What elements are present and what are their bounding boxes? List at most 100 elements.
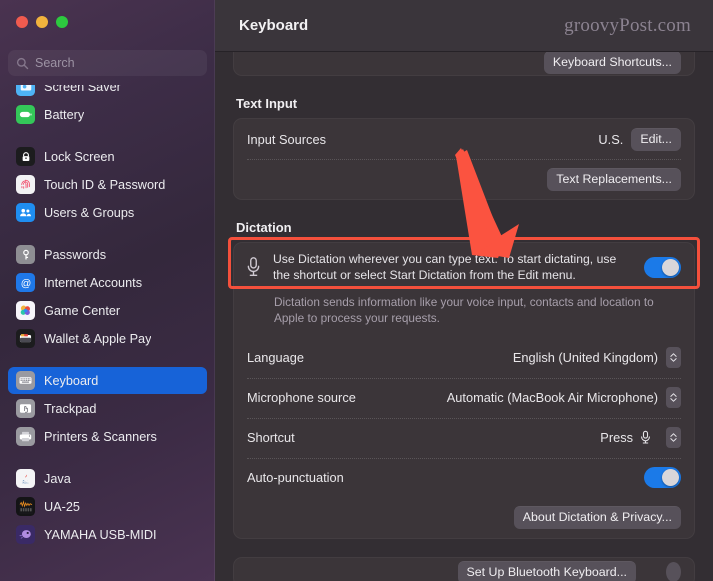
yamaha-usb-midi-icon xyxy=(16,525,35,544)
about-dictation-row: About Dictation & Privacy... xyxy=(234,498,694,538)
sidebar-group-separator xyxy=(0,227,215,240)
keyboard-shortcuts-row: Keyboard Shortcuts... xyxy=(234,52,694,75)
sidebar-group-separator xyxy=(0,451,215,464)
dictation-toggle[interactable] xyxy=(644,256,681,278)
sidebar-item-label: Lock Screen xyxy=(44,149,115,164)
sidebar-item-label: Passwords xyxy=(44,247,107,262)
sidebar-item-label: Battery xyxy=(44,107,85,122)
sidebar-group-separator xyxy=(0,129,215,142)
sidebar-item-java[interactable]: Java xyxy=(8,465,207,492)
about-dictation-privacy-button[interactable]: About Dictation & Privacy... xyxy=(513,506,681,530)
dictation-toggle-row: Use Dictation wherever you can type text… xyxy=(234,243,694,293)
titlebar: Keyboard groovyPost.com xyxy=(215,0,713,52)
keyboard-icon xyxy=(16,371,35,390)
sidebar-item-trackpad[interactable]: Trackpad xyxy=(8,395,207,422)
sidebar-item-ua-25[interactable]: UA-25 xyxy=(8,493,207,520)
main-panel: Keyboard groovyPost.com Keyboard Shortcu… xyxy=(215,0,713,581)
dictation-row-shortcut: Shortcut Press xyxy=(234,417,694,458)
sidebar-search[interactable] xyxy=(8,50,207,76)
set-up-bluetooth-keyboard-button[interactable]: Set Up Bluetooth Keyboard... xyxy=(457,560,636,581)
microphone-icon xyxy=(247,257,260,277)
sidebar-item-yamaha-usb-midi[interactable]: YAMAHA USB-MIDI xyxy=(8,521,207,548)
toggle-knob xyxy=(662,258,679,276)
sidebar-item-label: Printers & Scanners xyxy=(44,429,157,444)
text-input-section-title: Text Input xyxy=(236,96,298,111)
sidebar-item-passwords[interactable]: Passwords xyxy=(8,241,207,268)
wallet-apple-pay-icon xyxy=(16,329,35,348)
shortcut-value-text: Press xyxy=(600,430,633,446)
input-sources-label: Input Sources xyxy=(247,131,326,147)
input-sources-value: U.S. xyxy=(598,131,624,147)
text-input-card: Input Sources U.S. Edit... Text Replacem… xyxy=(233,118,695,200)
sidebar-item-label: Screen Saver xyxy=(44,85,121,94)
system-settings-window: Screen Saver Battery Lock Screen Touch ID &… xyxy=(0,0,713,581)
java-icon xyxy=(16,469,35,488)
text-replacements-row: Text Replacements... xyxy=(234,159,694,199)
sidebar-item-label: UA-25 xyxy=(44,499,80,514)
game-center-icon xyxy=(16,301,35,320)
sidebar-item-keyboard[interactable]: Keyboard xyxy=(8,367,207,394)
sidebar-item-game-center[interactable]: Game Center xyxy=(8,297,207,324)
edit-input-sources-button[interactable]: Edit... xyxy=(631,127,681,151)
sidebar-item-lock-screen[interactable]: Lock Screen xyxy=(8,143,207,170)
dictation-card-wrap: Use Dictation wherever you can type text… xyxy=(228,237,700,539)
svg-text:@: @ xyxy=(20,278,31,289)
close-button[interactable] xyxy=(16,16,28,28)
auto-punctuation-toggle[interactable] xyxy=(644,467,681,489)
dictation-card: Use Dictation wherever you can type text… xyxy=(233,242,695,539)
sidebar-item-label: Touch ID & Password xyxy=(44,177,166,192)
sidebar-item-internet-accounts[interactable]: @ Internet Accounts xyxy=(8,269,207,296)
microphone-source-value: Automatic (MacBook Air Microphone) xyxy=(446,390,658,406)
shortcut-microphone-icon xyxy=(640,430,658,445)
dictation-description: Use Dictation wherever you can type text… xyxy=(273,252,617,283)
touch-id-icon xyxy=(16,175,35,194)
auto-punctuation-label: Auto-punctuation xyxy=(247,470,344,486)
screen-saver-icon xyxy=(16,85,35,96)
page-title: Keyboard xyxy=(239,17,309,34)
sidebar-item-label: Game Center xyxy=(44,303,121,318)
toggle-knob xyxy=(662,469,679,487)
sidebar-item-label: YAMAHA USB-MIDI xyxy=(44,527,157,542)
sidebar-item-label: Wallet & Apple Pay xyxy=(44,331,152,346)
shortcut-stepper[interactable] xyxy=(666,427,681,449)
sidebar-list[interactable]: Screen Saver Battery Lock Screen Touch ID &… xyxy=(0,85,215,581)
passwords-icon xyxy=(16,245,35,264)
sidebar-item-label: Java xyxy=(44,471,71,486)
sidebar-item-label: Internet Accounts xyxy=(44,275,143,290)
dictation-row-language: Language English (United Kingdom) xyxy=(234,338,694,378)
language-stepper[interactable] xyxy=(666,347,681,369)
dictation-section-title: Dictation xyxy=(236,220,292,235)
watermark: groovyPost.com xyxy=(564,14,691,36)
bottom-help-button[interactable] xyxy=(666,562,681,581)
sidebar-item-label: Keyboard xyxy=(44,373,99,388)
minimize-button[interactable] xyxy=(36,16,48,28)
search-input[interactable] xyxy=(35,56,199,70)
trackpad-icon xyxy=(16,399,35,418)
keyboard-shortcuts-button[interactable]: Keyboard Shortcuts... xyxy=(543,52,681,74)
input-sources-row: Input Sources U.S. Edit... xyxy=(234,119,694,159)
sidebar-item-label: Trackpad xyxy=(44,401,97,416)
settings-content: Keyboard Shortcuts... Text Input Input S… xyxy=(215,52,713,581)
sidebar-item-touch-id-password[interactable]: Touch ID & Password xyxy=(8,171,207,198)
dictation-privacy-note: Dictation sends information like your vo… xyxy=(274,294,654,325)
sidebar-item-screen-saver[interactable]: Screen Saver xyxy=(8,85,207,100)
zoom-button[interactable] xyxy=(56,16,68,28)
battery-icon xyxy=(16,105,35,124)
lock-screen-icon xyxy=(16,147,35,166)
bottom-card: Set Up Bluetooth Keyboard... xyxy=(233,557,695,581)
sidebar-item-users-groups[interactable]: Users & Groups xyxy=(8,199,207,226)
sidebar-item-label: Users & Groups xyxy=(44,205,135,220)
sidebar-item-printers-scanners[interactable]: Printers & Scanners xyxy=(8,423,207,450)
shortcut-label: Shortcut xyxy=(247,430,295,446)
microphone-source-label: Microphone source xyxy=(247,390,356,406)
language-value: English (United Kingdom) xyxy=(512,350,658,366)
text-replacements-button[interactable]: Text Replacements... xyxy=(547,167,681,191)
sidebar-item-battery[interactable]: Battery xyxy=(8,101,207,128)
window-traffic-lights xyxy=(16,16,68,28)
printers-scanners-icon xyxy=(16,427,35,446)
sidebar-item-wallet-apple-pay[interactable]: Wallet & Apple Pay xyxy=(8,325,207,352)
search-icon xyxy=(16,57,29,69)
sidebar-group-separator xyxy=(0,353,215,366)
dictation-row-auto-punctuation: Auto-punctuation xyxy=(234,457,694,498)
microphone-source-stepper[interactable] xyxy=(666,387,681,409)
